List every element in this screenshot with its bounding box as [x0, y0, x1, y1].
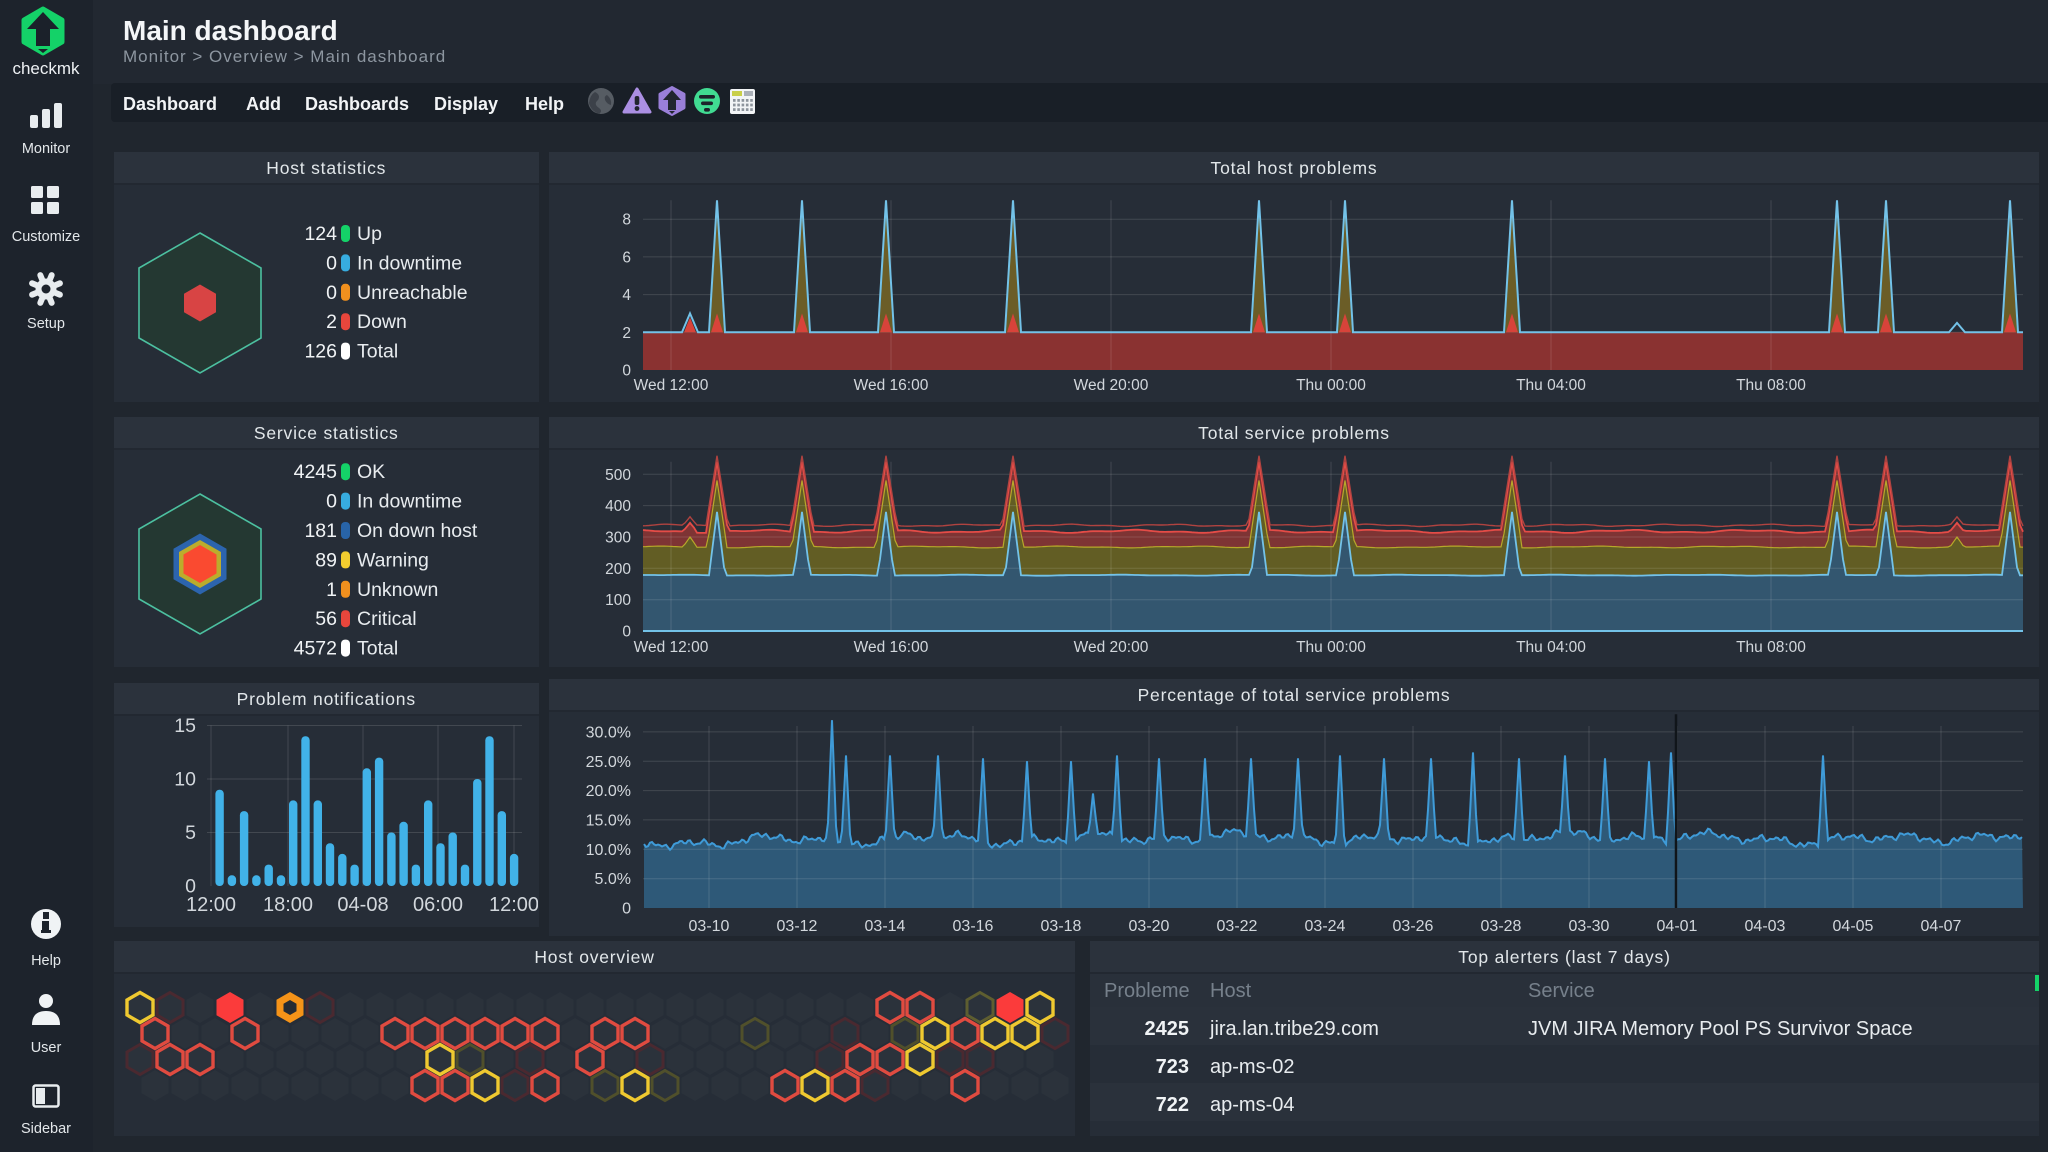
- svg-text:0: 0: [622, 901, 631, 918]
- svg-text:04-03: 04-03: [1745, 918, 1786, 935]
- svg-text:Help: Help: [31, 953, 61, 969]
- svg-text:04-05: 04-05: [1833, 918, 1874, 935]
- svg-text:Wed 16:00: Wed 16:00: [854, 377, 929, 394]
- svg-text:Wed 20:00: Wed 20:00: [1074, 639, 1149, 656]
- svg-text:Sidebar: Sidebar: [21, 1121, 71, 1137]
- svg-text:20.0%: 20.0%: [586, 783, 631, 800]
- svg-text:ap-ms-02: ap-ms-02: [1210, 1056, 1294, 1078]
- svg-text:Up: Up: [357, 223, 382, 245]
- svg-text:Service: Service: [1528, 980, 1595, 1002]
- svg-text:03-12: 03-12: [777, 918, 818, 935]
- svg-text:User: User: [31, 1040, 62, 1056]
- svg-text:15: 15: [174, 715, 196, 737]
- svg-text:6: 6: [622, 249, 631, 266]
- svg-text:300: 300: [605, 530, 631, 547]
- svg-text:03-26: 03-26: [1393, 918, 1434, 935]
- svg-text:03-28: 03-28: [1481, 918, 1522, 935]
- svg-text:8: 8: [622, 212, 631, 229]
- svg-text:2: 2: [622, 325, 631, 342]
- svg-text:Thu 00:00: Thu 00:00: [1296, 377, 1366, 394]
- svg-text:0: 0: [326, 491, 337, 513]
- svg-text:Thu 00:00: Thu 00:00: [1296, 639, 1366, 656]
- svg-text:Unknown: Unknown: [357, 579, 438, 601]
- svg-text:4: 4: [622, 287, 631, 304]
- svg-text:200: 200: [605, 561, 631, 578]
- svg-text:03-22: 03-22: [1217, 918, 1258, 935]
- svg-text:03-30: 03-30: [1569, 918, 1610, 935]
- svg-text:0: 0: [622, 363, 631, 380]
- svg-text:25.0%: 25.0%: [586, 754, 631, 771]
- svg-text:18:00: 18:00: [263, 894, 313, 916]
- svg-text:Critical: Critical: [357, 608, 417, 630]
- svg-text:06:00: 06:00: [413, 894, 463, 916]
- svg-text:15.0%: 15.0%: [586, 812, 631, 829]
- svg-text:Thu 04:00: Thu 04:00: [1516, 639, 1586, 656]
- svg-text:Warning: Warning: [357, 549, 429, 571]
- svg-text:03-24: 03-24: [1305, 918, 1346, 935]
- svg-text:722: 722: [1156, 1094, 1189, 1116]
- svg-text:Thu 04:00: Thu 04:00: [1516, 377, 1586, 394]
- svg-text:Total: Total: [357, 341, 398, 363]
- svg-text:126: 126: [304, 341, 337, 363]
- svg-text:OK: OK: [357, 461, 385, 483]
- svg-text:12:00: 12:00: [186, 894, 236, 916]
- svg-text:In downtime: In downtime: [357, 491, 462, 513]
- svg-text:5: 5: [185, 822, 196, 844]
- svg-text:500: 500: [605, 467, 631, 484]
- svg-text:Monitor: Monitor: [22, 141, 71, 157]
- svg-text:03-16: 03-16: [953, 918, 994, 935]
- svg-text:jira.lan.tribe29.com: jira.lan.tribe29.com: [1209, 1018, 1379, 1040]
- svg-text:Wed 12:00: Wed 12:00: [634, 639, 709, 656]
- svg-text:03-14: 03-14: [865, 918, 906, 935]
- svg-text:Thu 08:00: Thu 08:00: [1736, 639, 1806, 656]
- svg-text:124: 124: [304, 223, 337, 245]
- svg-text:0: 0: [326, 252, 337, 274]
- svg-text:On down host: On down host: [357, 520, 478, 542]
- svg-text:Host: Host: [1210, 980, 1252, 1002]
- svg-text:03-20: 03-20: [1129, 918, 1170, 935]
- svg-text:56: 56: [315, 608, 337, 630]
- svg-text:100: 100: [605, 592, 631, 609]
- svg-text:4245: 4245: [294, 461, 338, 483]
- svg-text:Unreachable: Unreachable: [357, 282, 468, 304]
- svg-text:4572: 4572: [294, 638, 337, 660]
- svg-text:Thu 08:00: Thu 08:00: [1736, 377, 1806, 394]
- svg-text:2: 2: [326, 311, 337, 333]
- svg-text:0: 0: [622, 624, 631, 641]
- svg-text:In downtime: In downtime: [357, 252, 462, 274]
- svg-text:JVM JIRA Memory Pool PS Surviv: JVM JIRA Memory Pool PS Survivor Space: [1528, 1018, 1913, 1040]
- svg-text:2425: 2425: [1145, 1018, 1190, 1040]
- svg-text:Total: Total: [357, 638, 398, 660]
- svg-text:03-18: 03-18: [1041, 918, 1082, 935]
- svg-text:12:00: 12:00: [489, 894, 538, 916]
- svg-text:10: 10: [174, 769, 196, 791]
- svg-text:Probleme: Probleme: [1104, 980, 1190, 1002]
- svg-text:Wed 20:00: Wed 20:00: [1074, 377, 1149, 394]
- svg-text:5.0%: 5.0%: [595, 871, 631, 888]
- svg-text:89: 89: [315, 549, 337, 571]
- svg-text:181: 181: [304, 520, 337, 542]
- svg-text:Down: Down: [357, 311, 407, 333]
- svg-text:Customize: Customize: [12, 229, 81, 245]
- svg-text:10.0%: 10.0%: [586, 842, 631, 859]
- svg-text:Setup: Setup: [27, 316, 65, 332]
- svg-text:04-08: 04-08: [337, 894, 388, 916]
- svg-text:Wed 12:00: Wed 12:00: [634, 377, 709, 394]
- svg-text:30.0%: 30.0%: [586, 724, 631, 741]
- svg-text:1: 1: [326, 579, 337, 601]
- svg-text:723: 723: [1156, 1056, 1189, 1078]
- svg-text:04-07: 04-07: [1921, 918, 1962, 935]
- svg-text:04-01: 04-01: [1657, 918, 1698, 935]
- svg-text:0: 0: [326, 282, 337, 304]
- svg-text:ap-ms-04: ap-ms-04: [1210, 1094, 1294, 1116]
- svg-text:03-10: 03-10: [689, 918, 730, 935]
- svg-text:Wed 16:00: Wed 16:00: [854, 639, 929, 656]
- svg-text:400: 400: [605, 498, 631, 515]
